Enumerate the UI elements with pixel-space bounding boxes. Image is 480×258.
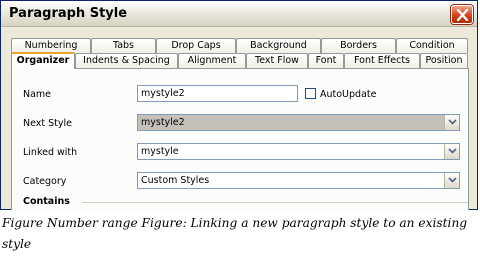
- tab-alignment[interactable]: Alignment: [178, 53, 246, 68]
- contains-separator: [82, 202, 468, 203]
- name-input[interactable]: mystyle2: [137, 85, 298, 102]
- tab-font-effects[interactable]: Font Effects: [344, 53, 420, 68]
- linked-with-value: mystyle: [141, 146, 179, 157]
- close-icon: [456, 9, 469, 21]
- tab-organizer[interactable]: Organizer: [11, 52, 75, 69]
- category-dropdown-button[interactable]: [444, 173, 459, 188]
- figure-caption: Figure Number range Figure: Linking a ne…: [2, 216, 468, 251]
- tab-indents-spacing[interactable]: Indents & Spacing: [75, 53, 178, 68]
- tab-borders[interactable]: Borders: [321, 38, 396, 53]
- chevron-down-icon: [448, 119, 457, 125]
- name-label: Name: [23, 89, 52, 100]
- next-style-dropdown-button[interactable]: [444, 115, 459, 130]
- autoupdate-label: AutoUpdate: [320, 89, 377, 100]
- category-dropdown[interactable]: Custom Styles: [137, 172, 460, 189]
- organizer-panel: Name mystyle2 AutoUpdate Next Style myst…: [11, 68, 469, 210]
- category-value: Custom Styles: [141, 175, 210, 186]
- screenshot: Paragraph Style Numbering Tabs Drop Caps…: [0, 0, 478, 210]
- tab-row-1: Numbering Tabs Drop Caps Background Bord…: [11, 38, 468, 53]
- chevron-down-icon: [448, 177, 457, 183]
- linked-with-dropdown-button[interactable]: [444, 144, 459, 159]
- title-bar: Paragraph Style: [1, 1, 477, 27]
- autoupdate-checkbox[interactable]: [305, 88, 316, 99]
- category-label: Category: [23, 176, 67, 187]
- tab-font[interactable]: Font: [308, 53, 344, 68]
- tab-row-2: Organizer Indents & Spacing Alignment Te…: [11, 52, 468, 69]
- linked-with-dropdown[interactable]: mystyle: [137, 143, 460, 160]
- tab-condition[interactable]: Condition: [396, 38, 468, 53]
- next-style-value: mystyle2: [141, 117, 185, 128]
- tab-tabs[interactable]: Tabs: [91, 38, 156, 53]
- chevron-down-icon: [448, 148, 457, 154]
- next-style-dropdown[interactable]: mystyle2: [137, 114, 460, 131]
- tab-text-flow[interactable]: Text Flow: [246, 53, 308, 68]
- tab-position[interactable]: Position: [420, 53, 468, 68]
- tab-background[interactable]: Background: [236, 38, 321, 53]
- close-button[interactable]: [451, 5, 473, 24]
- next-style-label: Next Style: [23, 118, 73, 129]
- paragraph-style-dialog: Paragraph Style Numbering Tabs Drop Caps…: [0, 0, 478, 210]
- tab-drop-caps[interactable]: Drop Caps: [156, 38, 236, 53]
- linked-with-label: Linked with: [23, 147, 78, 158]
- dialog-title: Paragraph Style: [9, 6, 128, 21]
- contains-label: Contains: [23, 196, 70, 207]
- tab-numbering[interactable]: Numbering: [11, 38, 91, 53]
